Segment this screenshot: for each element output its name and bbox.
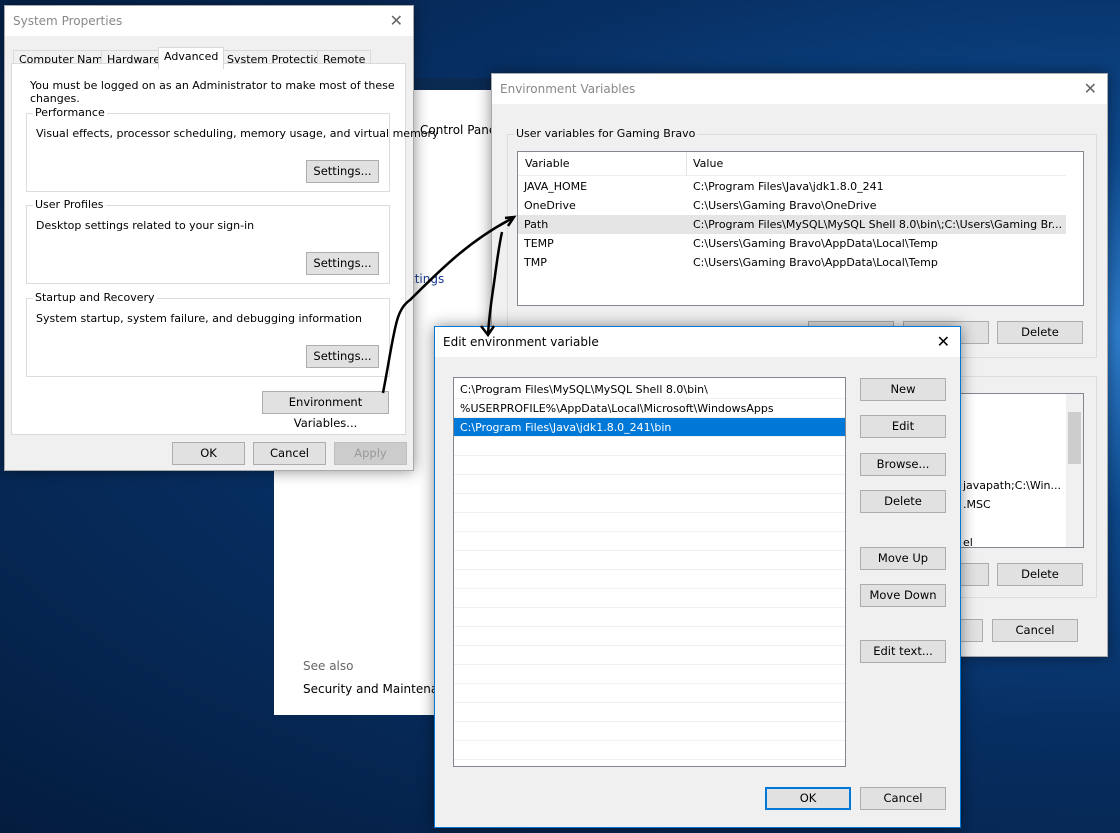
hand-drawn-arrow [381, 215, 517, 394]
tab-advanced[interactable]: Advanced [158, 47, 225, 69]
